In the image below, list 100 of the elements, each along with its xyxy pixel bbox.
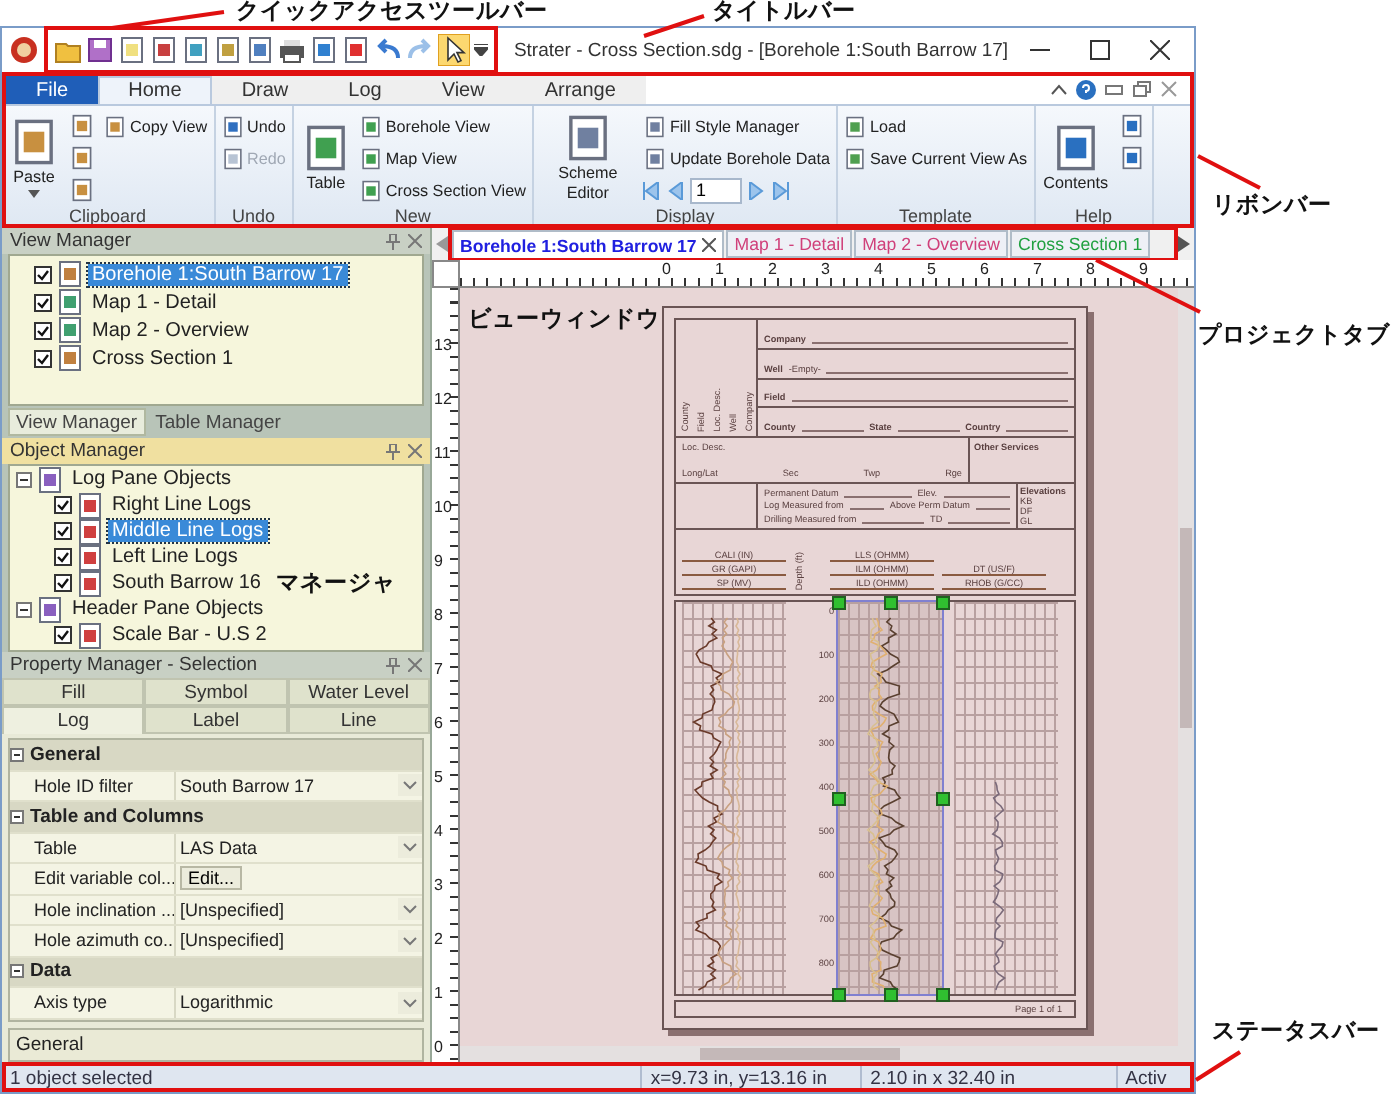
ribbon-button[interactable]: Map View: [357, 142, 528, 174]
ribbon-button[interactable]: Table: [297, 123, 354, 193]
panel-tab[interactable]: View Manager: [8, 408, 146, 436]
callout-label: プロジェクトタブ: [1198, 320, 1390, 350]
ruler-number: 13: [434, 336, 452, 354]
tree-item[interactable]: South Barrow 16: [108, 572, 265, 594]
ribbon-button[interactable]: Contents: [1039, 123, 1113, 193]
ribbon-tab[interactable]: View: [411, 76, 515, 104]
document-tab[interactable]: Borehole 1:South Barrow 17: [452, 230, 725, 258]
tree-item[interactable]: Map 1 - Detail: [88, 291, 221, 313]
panel-title: Property Manager - Selection: [10, 654, 260, 676]
property-label: Hole ID filter: [32, 775, 136, 796]
status-text: x=9.73 in, y=13.16 in: [642, 1064, 863, 1092]
tree-item[interactable]: Left Line Logs: [108, 546, 242, 568]
ruler-number: 0: [662, 260, 671, 278]
property-tab[interactable]: Fill: [2, 678, 145, 706]
ruler-number: 2: [434, 930, 443, 948]
property-tab[interactable]: Line: [287, 706, 430, 734]
ribbon-tab[interactable]: Home: [98, 76, 212, 104]
ruler-number: 0: [434, 1038, 443, 1056]
property-tab[interactable]: Symbol: [144, 678, 288, 706]
status-text: 1 object selected: [2, 1064, 643, 1092]
page-number-field[interactable]: 1: [689, 177, 742, 203]
ribbon-button[interactable]: Update Borehole Data: [641, 142, 833, 174]
callout-label: ステータスバー: [1212, 1016, 1380, 1046]
tree-item[interactable]: Scale Bar - U.S 2: [108, 624, 271, 646]
ruler-number: 9: [1139, 260, 1148, 278]
ribbon-button[interactable]: Borehole View: [357, 110, 528, 142]
section-header: Data: [30, 960, 74, 983]
ribbon-button[interactable]: Undo: [219, 110, 288, 142]
group-label: New: [392, 206, 433, 226]
ruler-number: 6: [980, 260, 989, 278]
property-dropdown[interactable]: [Unspecified]: [174, 926, 422, 955]
ribbon-button[interactable]: Fill Style Manager: [641, 110, 833, 142]
ribbon-tab[interactable]: Arrange: [514, 76, 646, 104]
tree-item[interactable]: Middle Line Logs: [108, 520, 268, 542]
status-text: Activ: [1117, 1064, 1195, 1092]
ruler-number: 6: [434, 714, 443, 732]
ribbon-tab[interactable]: Draw: [211, 76, 319, 104]
ribbon-button[interactable]: Cross Section View: [357, 174, 528, 206]
ribbon-tab[interactable]: Log: [318, 76, 412, 104]
group-label: Undo: [229, 206, 277, 226]
property-label: Hole azimuth co...: [32, 930, 174, 951]
ribbon-button[interactable]: Save Current View As: [842, 142, 1030, 174]
ribbon-button[interactable]: Scheme Editor: [537, 113, 638, 203]
ruler-number: 7: [1033, 260, 1042, 278]
section-header: Table and Columns: [30, 805, 206, 828]
property-label: Table: [32, 837, 80, 858]
callout-label: クイックアクセスツールバー: [236, 0, 548, 26]
status-text: 2.10 in x 32.40 in: [862, 1064, 1118, 1092]
callout-label: マネージャ: [276, 568, 396, 598]
group-label: Template: [897, 206, 975, 226]
ruler-number: 1: [434, 984, 443, 1002]
ruler-number: 7: [434, 660, 443, 678]
callout-label: リボンバー: [1212, 190, 1332, 220]
property-dropdown[interactable]: South Barrow 17: [174, 771, 422, 800]
group-label: Help: [1073, 206, 1115, 226]
ruler-number: 2: [768, 260, 777, 278]
ribbon-button[interactable]: Paste: [6, 118, 62, 198]
document-tab[interactable]: Map 2 - Overview: [854, 230, 1008, 258]
panel-title: View Manager: [10, 230, 134, 252]
panel-tab[interactable]: Table Manager: [149, 408, 287, 436]
tree-item[interactable]: Map 2 - Overview: [88, 319, 253, 341]
section-header: General: [30, 743, 103, 766]
property-tab[interactable]: Log: [2, 706, 145, 734]
property-description: General: [8, 1027, 424, 1061]
ruler-number: 5: [927, 260, 936, 278]
ruler-number: 8: [434, 606, 443, 624]
window-title: Strater - Cross Section.sdg - [Borehole 1:South Barrow 17]: [511, 39, 1011, 61]
property-label: Edit variable col...: [32, 868, 174, 889]
ruler-number: 10: [434, 498, 452, 516]
group-label: Clipboard: [67, 206, 149, 226]
tree-item[interactable]: Log Pane Objects: [68, 468, 235, 490]
ribbon-button[interactable]: Copy View: [102, 110, 210, 142]
edit-button[interactable]: Edit...: [180, 866, 243, 891]
property-label: Axis type: [32, 992, 110, 1013]
property-tab[interactable]: Label: [144, 706, 288, 734]
document-tab[interactable]: Map 1 - Detail: [726, 230, 853, 258]
ribbon-button[interactable]: Load: [842, 110, 1030, 142]
ruler-number: 4: [434, 822, 443, 840]
tree-item[interactable]: Cross Section 1: [88, 347, 238, 369]
callout-label: タイトルバー: [712, 0, 856, 26]
property-tab[interactable]: Water Level: [287, 678, 430, 706]
ruler-number: 9: [434, 552, 443, 570]
ruler-number: 11: [434, 444, 451, 462]
tree-item[interactable]: Header Pane Objects: [68, 598, 268, 620]
property-dropdown[interactable]: Logarithmic: [174, 988, 422, 1017]
panel-title: Object Manager: [10, 440, 148, 462]
property-label: Hole inclination ...: [32, 899, 174, 920]
tree-item[interactable]: Right Line Logs: [108, 494, 255, 516]
tree-item[interactable]: Borehole 1:South Barrow 17: [88, 263, 348, 285]
property-dropdown[interactable]: LAS Data: [174, 833, 422, 862]
ruler-number: 3: [821, 260, 830, 278]
ribbon-tab[interactable]: File: [6, 76, 99, 104]
group-label: Display: [653, 206, 717, 226]
ruler-number: 8: [1086, 260, 1095, 278]
ruler-number: 12: [434, 390, 452, 408]
ruler-number: 1: [715, 260, 724, 278]
property-dropdown[interactable]: [Unspecified]: [174, 895, 422, 924]
ruler-number: 4: [874, 260, 883, 278]
